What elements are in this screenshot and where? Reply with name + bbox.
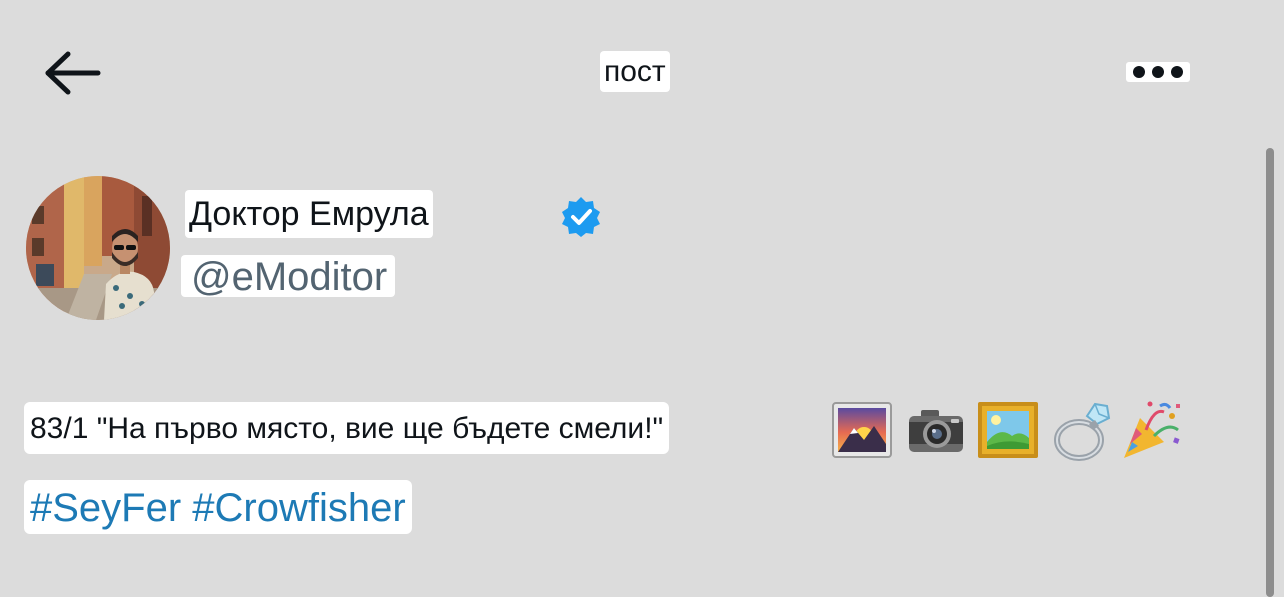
ring-icon [1049,398,1113,462]
arrow-left-icon [45,51,101,95]
page-title: пост [600,51,670,92]
post-text: 83/1 "На първо място, вие ще бъдете смел… [24,402,670,454]
framed-picture-icon [976,398,1040,462]
avatar[interactable] [26,176,170,320]
party-popper-icon [1120,398,1184,462]
avatar-photo [26,176,170,320]
more-horizontal-icon [1133,66,1183,78]
more-button[interactable] [1126,62,1190,82]
display-name[interactable]: Доктор Емрула [185,190,433,238]
scrollbar[interactable] [1266,148,1274,597]
post-screen: пост Доктор Емрула @eModitor 83/1 "На пъ… [0,0,1284,597]
camera-icon [903,398,967,462]
sunrise-over-mountains-icon [830,398,894,462]
username[interactable]: @eModitor [181,255,396,299]
hashtags: #SeyFer #Crowfisher [24,480,412,534]
back-button[interactable] [40,46,108,102]
verified-badge-icon [559,195,603,239]
hashtag-link[interactable]: #SeyFer [30,486,181,530]
hashtag-link[interactable]: #Crowfisher [192,486,405,530]
